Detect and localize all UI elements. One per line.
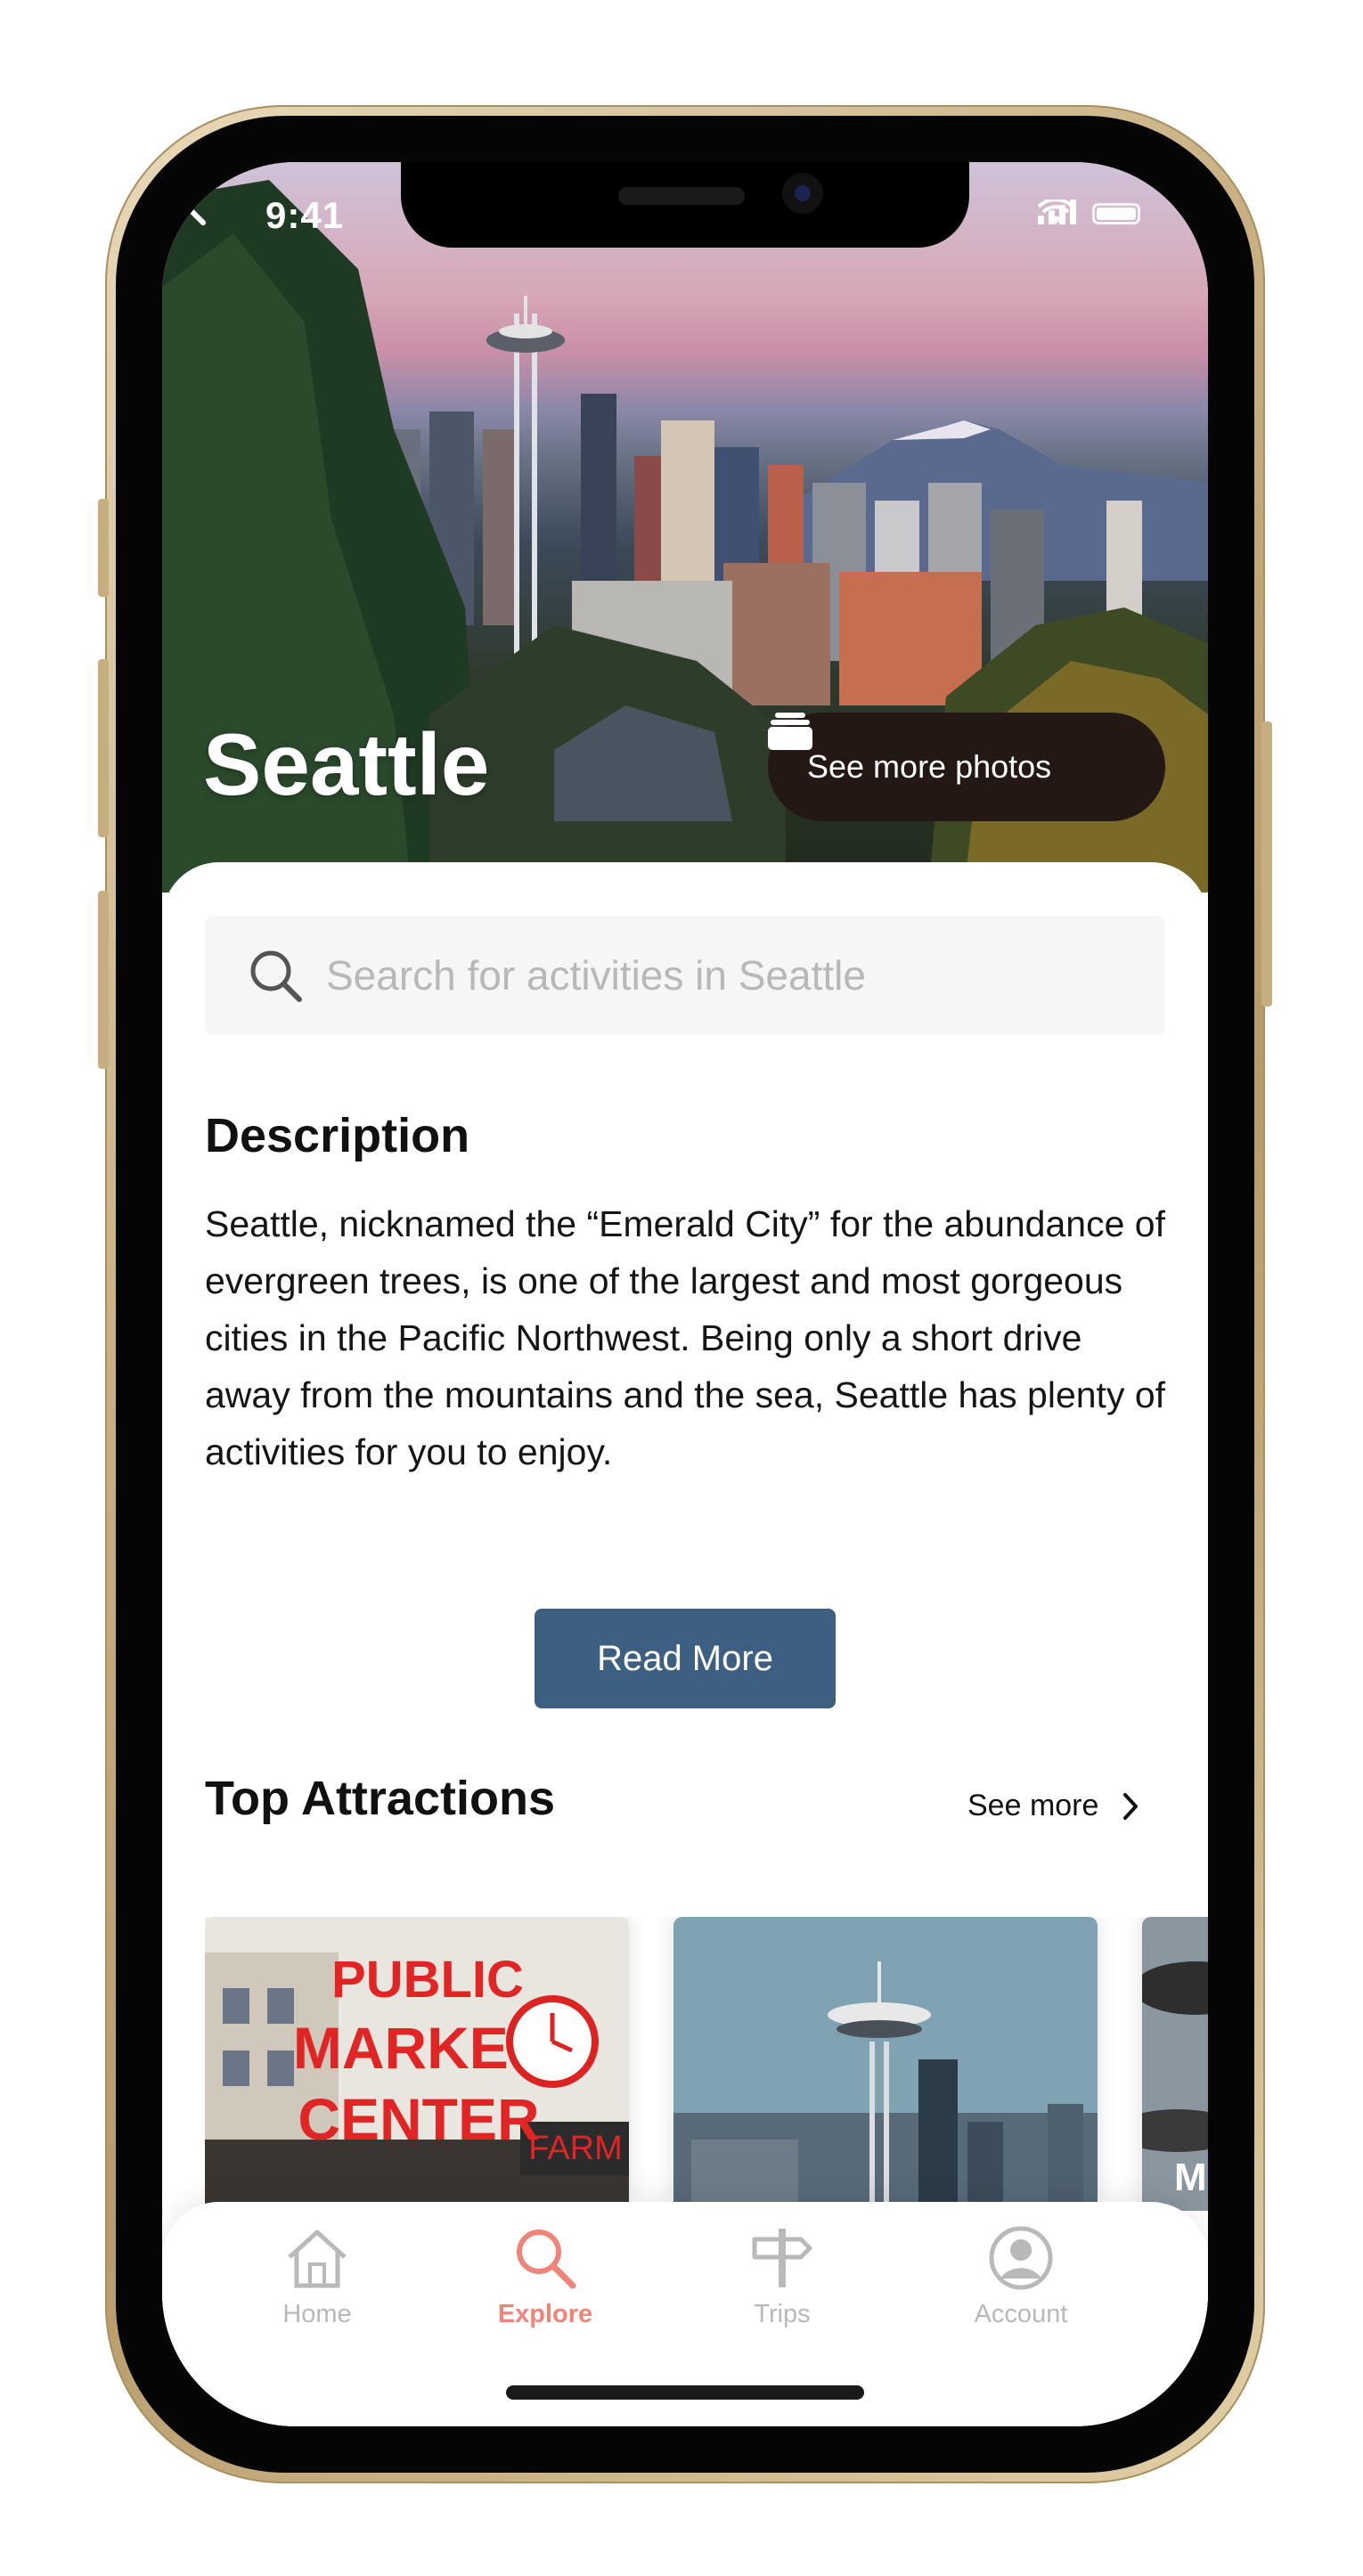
tab-account[interactable]: Account (941, 2225, 1101, 2329)
top-attractions-heading: Top Attractions (205, 1772, 555, 1825)
account-icon (989, 2226, 1053, 2290)
attraction-card-space-needle[interactable] (673, 1917, 1098, 2211)
silent-switch (98, 499, 109, 597)
read-more-button[interactable]: Read More (535, 1609, 836, 1708)
attractions-carousel[interactable]: PUBLIC MARKET CENTER FARM M (205, 1917, 1208, 2211)
tab-explore-label: Explore (497, 2300, 593, 2328)
volume-up-button (98, 659, 109, 837)
photo-stack-icon (768, 713, 812, 750)
description-text: Seattle, nicknamed the “Emerald City” fo… (205, 1203, 1166, 1472)
pike-sign-public: PUBLIC (331, 1951, 524, 2009)
search-icon (517, 2230, 576, 2289)
city-title: Seattle (203, 715, 490, 813)
see-more-photos-button[interactable]: See more photos (768, 713, 1165, 821)
search-input[interactable] (324, 950, 1130, 1000)
wifi-icon (1038, 200, 1073, 224)
tab-trips-label: Trips (754, 2300, 811, 2328)
see-more-photos-label: See more photos (807, 748, 1052, 785)
pike-sign-center: CENTER (298, 2086, 539, 2152)
back-chevron-icon[interactable] (162, 162, 216, 233)
tab-trips[interactable]: Trips (702, 2225, 862, 2329)
speaker (618, 187, 745, 205)
tab-account-label: Account (974, 2300, 1068, 2328)
search-bar[interactable] (205, 916, 1165, 1035)
hero-image: 9:41 Seattle See more photos (162, 162, 1208, 893)
status-icons (1038, 200, 1140, 224)
app-screen: 9:41 Seattle See more photos Search for … (162, 162, 1208, 2426)
see-more-link[interactable]: See more (967, 1789, 1139, 1823)
description-heading: Description (205, 1109, 470, 1162)
notch (401, 162, 969, 248)
museum-card-label: M (1174, 2156, 1207, 2199)
attraction-card-museum[interactable]: M (1142, 1917, 1208, 2211)
power-button (1261, 721, 1272, 1007)
status-time: 9:41 (265, 194, 345, 236)
attraction-card-pike-place[interactable]: PUBLIC MARKET CENTER FARM (205, 1917, 629, 2211)
home-indicator[interactable] (506, 2385, 864, 2400)
home-icon (288, 2230, 347, 2288)
front-camera (782, 173, 823, 214)
tab-explore[interactable]: Explore (465, 2225, 625, 2329)
signpost-icon (752, 2229, 812, 2287)
tab-home[interactable]: Home (237, 2225, 397, 2329)
content-sheet: Description Seattle, nicknamed the “Emer… (162, 862, 1208, 2426)
farm-sign: FARM (528, 2130, 623, 2167)
see-more-label: See more (967, 1789, 1099, 1822)
search-icon (250, 950, 302, 1002)
chevron-right-icon (1123, 1792, 1139, 1820)
volume-down-button (98, 891, 109, 1069)
battery-icon (1092, 203, 1140, 224)
space-needle-image (673, 1917, 1098, 2211)
pike-place-image: PUBLIC MARKET CENTER FARM (205, 1917, 629, 2211)
tab-home-label: Home (282, 2300, 352, 2328)
